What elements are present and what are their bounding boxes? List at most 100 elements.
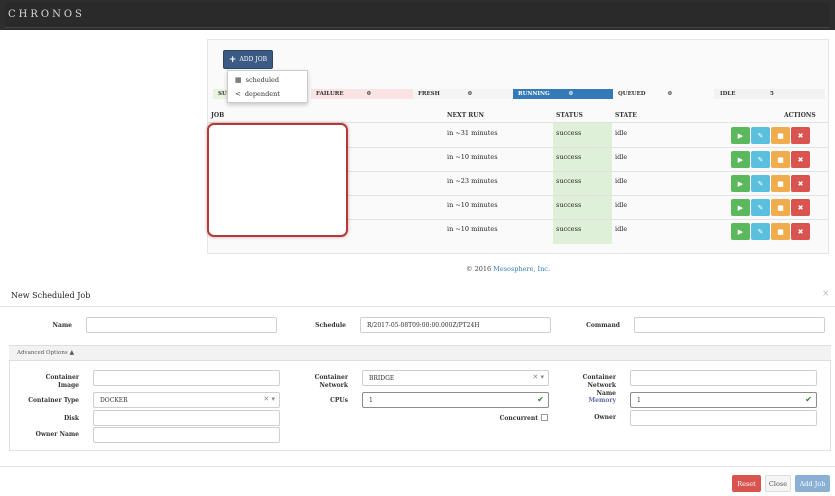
delete-button[interactable]: ✖	[791, 175, 810, 192]
schedule-label: Schedule	[315, 322, 346, 329]
stat-queued[interactable]: QUEUED 0	[613, 89, 714, 99]
row-actions: ▶ ✎ ■ ✖	[731, 151, 810, 168]
add-job-dropdown: ▦ scheduled < dependent	[227, 70, 308, 103]
play-icon: ▶	[737, 179, 744, 188]
run-button[interactable]: ▶	[731, 151, 750, 168]
close-icon: ✖	[797, 155, 804, 164]
plus-icon: +	[228, 54, 237, 65]
check-icon: ✔	[805, 395, 812, 404]
next-run-cell: in ~10 minutes	[447, 153, 498, 161]
owner-label: Owner	[594, 414, 616, 421]
command-label: Command	[586, 322, 620, 329]
container-network-name-label: Container Network Name	[582, 374, 616, 397]
clear-chevron-icon[interactable]: ✕ ▾	[263, 395, 275, 403]
delete-button[interactable]: ✖	[791, 199, 810, 216]
disk-input[interactable]	[93, 410, 280, 426]
stat-value: 0	[367, 91, 371, 97]
stop-button[interactable]: ■	[771, 223, 790, 240]
delete-button[interactable]: ✖	[791, 223, 810, 240]
dropdown-item-dependent[interactable]: < dependent	[235, 90, 280, 98]
concurrent-label: Concurrent	[499, 415, 538, 422]
container-type-label: Container Type	[28, 397, 79, 404]
edit-button[interactable]: ✎	[751, 175, 770, 192]
run-button[interactable]: ▶	[731, 127, 750, 144]
reset-button[interactable]: Reset	[732, 475, 761, 492]
col-header-actions: ACTIONS	[784, 112, 816, 119]
stat-value: 0	[668, 91, 672, 97]
dropdown-item-scheduled[interactable]: ▦ scheduled	[235, 76, 279, 84]
owner-input[interactable]	[630, 410, 817, 426]
name-input[interactable]	[86, 317, 277, 333]
container-network-name-input[interactable]	[630, 370, 817, 386]
close-icon: ✖	[797, 131, 804, 140]
edit-button[interactable]: ✎	[751, 151, 770, 168]
stat-label: FRESH	[418, 91, 440, 97]
add-job-submit-button[interactable]: Add Job	[795, 475, 830, 492]
container-network-select[interactable]: BRIDGE ✕ ▾	[362, 370, 549, 386]
schedule-input[interactable]: R/2017-05-08T09:00:00.000Z/PT24H	[360, 317, 551, 333]
edit-button[interactable]: ✎	[751, 199, 770, 216]
next-run-cell: in ~23 minutes	[447, 177, 498, 185]
close-icon: ✖	[797, 179, 804, 188]
chevron-up-icon: ▲	[69, 349, 75, 356]
stop-button[interactable]: ■	[771, 127, 790, 144]
play-icon: ▶	[737, 203, 744, 212]
command-input[interactable]	[634, 317, 825, 333]
status-cell: success	[556, 177, 582, 185]
delete-button[interactable]: ✖	[791, 151, 810, 168]
stat-label: QUEUED	[618, 91, 646, 97]
stat-running[interactable]: RUNNING 0	[513, 89, 613, 99]
edit-button[interactable]: ✎	[751, 127, 770, 144]
brand-logo[interactable]: CHRONOS	[8, 9, 85, 20]
footer-copyright: © 2016 Mesosphere, Inc.	[466, 265, 550, 273]
edit-button[interactable]: ✎	[751, 223, 770, 240]
concurrent-checkbox[interactable]	[541, 414, 548, 421]
state-cell: idle	[615, 225, 628, 233]
row-actions: ▶ ✎ ■ ✖	[731, 199, 810, 216]
disk-label: Disk	[63, 415, 79, 422]
col-header-next-run[interactable]: NEXT RUN	[447, 112, 484, 119]
close-button[interactable]: Close	[765, 475, 791, 492]
next-run-cell: in ~10 minutes	[447, 201, 498, 209]
stop-button[interactable]: ■	[771, 151, 790, 168]
mesosphere-link[interactable]: Mesosphere, Inc.	[493, 265, 550, 273]
close-icon: ✖	[797, 227, 804, 236]
stop-button[interactable]: ■	[771, 175, 790, 192]
col-header-status[interactable]: STATUS	[556, 112, 583, 119]
delete-button[interactable]: ✖	[791, 127, 810, 144]
cpus-input[interactable]: 1 ✔	[362, 392, 549, 408]
stop-icon: ■	[777, 179, 784, 188]
memory-input[interactable]: 1 ✔	[630, 392, 817, 408]
state-cell: idle	[615, 153, 628, 161]
navbar-inner	[5, 3, 830, 28]
stat-label: RUNNING	[518, 91, 550, 97]
container-image-input[interactable]	[93, 370, 280, 386]
owner-name-input[interactable]	[93, 427, 280, 443]
stop-button[interactable]: ■	[771, 199, 790, 216]
cpus-label: CPUs	[330, 397, 348, 404]
stat-failure[interactable]: FAILURE 0	[311, 89, 419, 99]
status-cell: success	[556, 201, 582, 209]
stat-fresh[interactable]: FRESH 0	[413, 89, 513, 99]
close-icon: ✖	[797, 203, 804, 212]
advanced-options-toggle[interactable]	[9, 345, 831, 361]
col-header-job[interactable]: JOB	[211, 112, 224, 119]
run-button[interactable]: ▶	[731, 223, 750, 240]
modal-close-icon[interactable]: ×	[822, 289, 830, 299]
status-cell: success	[556, 225, 582, 233]
run-button[interactable]: ▶	[731, 175, 750, 192]
stat-idle[interactable]: IDLE 5	[714, 89, 825, 99]
stat-value: 0	[468, 91, 472, 97]
advanced-options-label[interactable]: Advanced Options ▲	[17, 349, 74, 356]
dropdown-item-label: dependent	[244, 90, 280, 98]
status-cell: success	[556, 129, 582, 137]
add-job-button[interactable]: + ADD JOB	[223, 50, 273, 69]
container-type-select[interactable]: DOCKER ✕ ▾	[93, 392, 280, 408]
edit-icon: ✎	[757, 227, 764, 236]
run-button[interactable]: ▶	[731, 199, 750, 216]
check-icon: ✔	[537, 395, 544, 404]
clear-chevron-icon[interactable]: ✕ ▾	[532, 373, 544, 381]
stop-icon: ■	[777, 155, 784, 164]
col-header-state[interactable]: STATE	[615, 112, 637, 119]
next-run-cell: in ~31 minutes	[447, 129, 498, 137]
